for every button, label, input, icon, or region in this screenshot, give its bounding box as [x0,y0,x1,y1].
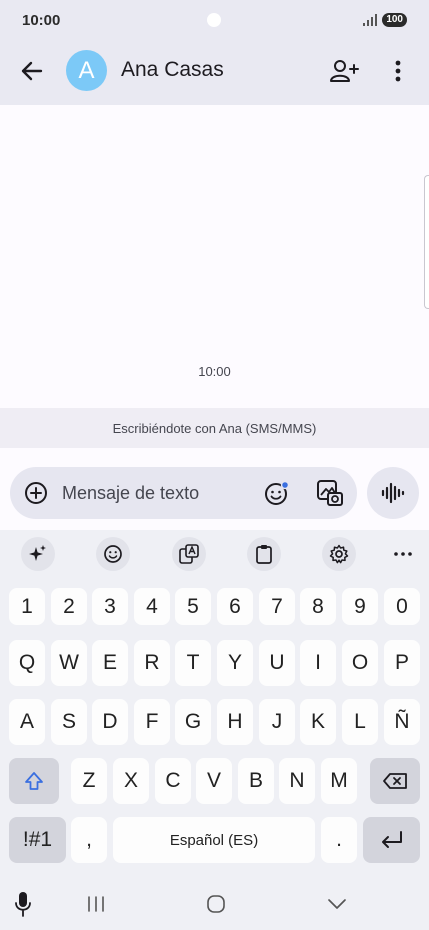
home-icon [207,895,225,913]
person-add-icon [330,60,359,82]
key-m[interactable]: M [321,758,357,804]
navigation-bar [0,878,429,930]
key-y[interactable]: Y [217,640,253,686]
waveform-icon [381,482,405,504]
sms-notice: Escribiéndote con Ana (SMS/MMS) [0,408,429,448]
camera-cutout [207,13,221,27]
recent-apps-icon [88,896,104,912]
key-g[interactable]: G [175,699,211,745]
add-person-button[interactable] [328,54,362,88]
key-a[interactable]: A [9,699,45,745]
key-9[interactable]: 9 [342,588,378,625]
key-6[interactable]: 6 [217,588,253,625]
microphone-icon [15,892,31,917]
shift-key[interactable] [9,758,59,804]
keyboard-settings-button[interactable] [322,537,356,571]
gallery-icon [317,480,343,506]
key-n[interactable]: N [279,758,315,804]
sparkle-icon [29,545,46,561]
signal-icon [363,14,378,26]
avatar[interactable]: A [66,50,107,91]
key-j[interactable]: J [259,699,295,745]
key-s[interactable]: S [51,699,87,745]
key-t[interactable]: T [175,640,211,686]
symbols-key[interactable]: !#1 [9,817,66,863]
key-f[interactable]: F [134,699,170,745]
clipboard-icon [256,545,272,564]
key-r[interactable]: R [134,640,170,686]
more-horizontal-icon [394,552,412,556]
backspace-icon [383,773,407,789]
key-1[interactable]: 1 [9,588,45,625]
key-o[interactable]: O [342,640,378,686]
comma-key[interactable]: , [71,817,107,863]
key-d[interactable]: D [92,699,128,745]
status-icons: 100 [363,13,407,27]
toolbar-more-button[interactable] [388,537,418,571]
key-x[interactable]: X [113,758,149,804]
hide-keyboard-button[interactable] [322,890,352,918]
key-z[interactable]: Z [71,758,107,804]
attach-button[interactable] [24,481,48,505]
key-h[interactable]: H [217,699,253,745]
key-w[interactable]: W [51,640,87,686]
key-v[interactable]: V [196,758,232,804]
key-i[interactable]: I [300,640,336,686]
more-vertical-icon [395,60,401,82]
key-p[interactable]: P [384,640,420,686]
contact-name[interactable]: Ana Casas [121,58,224,82]
emoji-icon [104,545,122,563]
key-c[interactable]: C [155,758,191,804]
translate-button[interactable] [172,537,206,571]
enter-icon [381,831,402,848]
back-button[interactable] [16,55,48,87]
chevron-down-icon [328,899,346,909]
key-7[interactable]: 7 [259,588,295,625]
emoji-keyboard-button[interactable] [96,537,130,571]
key-n-tilde[interactable]: Ñ [384,699,420,745]
ai-tools-button[interactable] [21,537,55,571]
arrow-left-icon [21,61,43,81]
keyboard-toolbar [0,530,429,578]
conversation-area: 10:00 [0,105,429,408]
period-key[interactable]: . [321,817,357,863]
scroll-handle[interactable] [424,175,429,309]
backspace-key[interactable] [370,758,420,804]
key-e[interactable]: E [92,640,128,686]
translate-icon [179,544,199,564]
key-k[interactable]: K [300,699,336,745]
key-u[interactable]: U [259,640,295,686]
voice-input-button[interactable] [8,890,38,918]
key-q[interactable]: Q [9,640,45,686]
key-b[interactable]: B [238,758,274,804]
clipboard-button[interactable] [247,537,281,571]
message-timestamp: 10:00 [198,364,231,379]
emoji-button[interactable] [264,480,290,506]
key-2[interactable]: 2 [51,588,87,625]
space-key[interactable]: Español (ES) [113,817,315,863]
more-options-button[interactable] [382,54,414,88]
key-8[interactable]: 8 [300,588,336,625]
app-bar: A Ana Casas [0,40,429,105]
recent-apps-button[interactable] [81,890,111,918]
compose-area [0,448,429,530]
home-button[interactable] [201,890,231,918]
compose-field [10,467,357,519]
voice-message-button[interactable] [367,467,419,519]
message-input[interactable] [62,479,252,507]
gear-icon [329,544,349,564]
enter-key[interactable] [363,817,420,863]
status-time: 10:00 [22,11,61,29]
key-5[interactable]: 5 [175,588,211,625]
emoji-icon [265,480,290,505]
key-0[interactable]: 0 [384,588,420,625]
plus-circle-icon [25,482,47,504]
key-4[interactable]: 4 [134,588,170,625]
key-3[interactable]: 3 [92,588,128,625]
key-l[interactable]: L [342,699,378,745]
shift-icon [25,772,43,790]
battery-badge: 100 [382,13,407,27]
gallery-button[interactable] [316,479,344,507]
